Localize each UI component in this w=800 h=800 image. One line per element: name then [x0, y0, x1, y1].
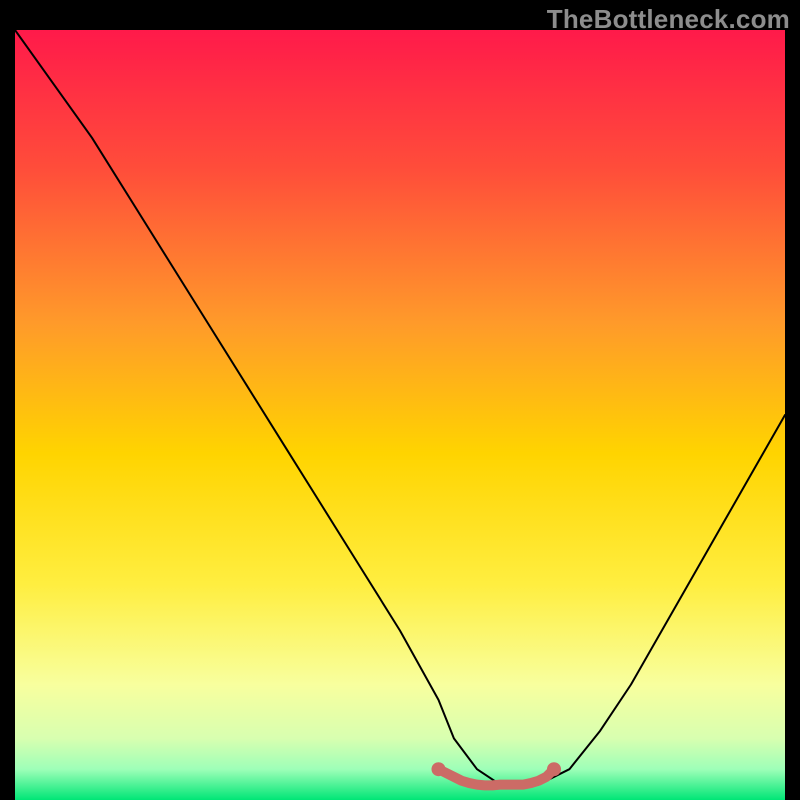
watermark-text: TheBottleneck.com [547, 4, 790, 35]
highlight-endpoint [432, 762, 446, 776]
bottleneck-chart [15, 30, 785, 800]
gradient-background [15, 30, 785, 800]
highlight-endpoint [547, 762, 561, 776]
